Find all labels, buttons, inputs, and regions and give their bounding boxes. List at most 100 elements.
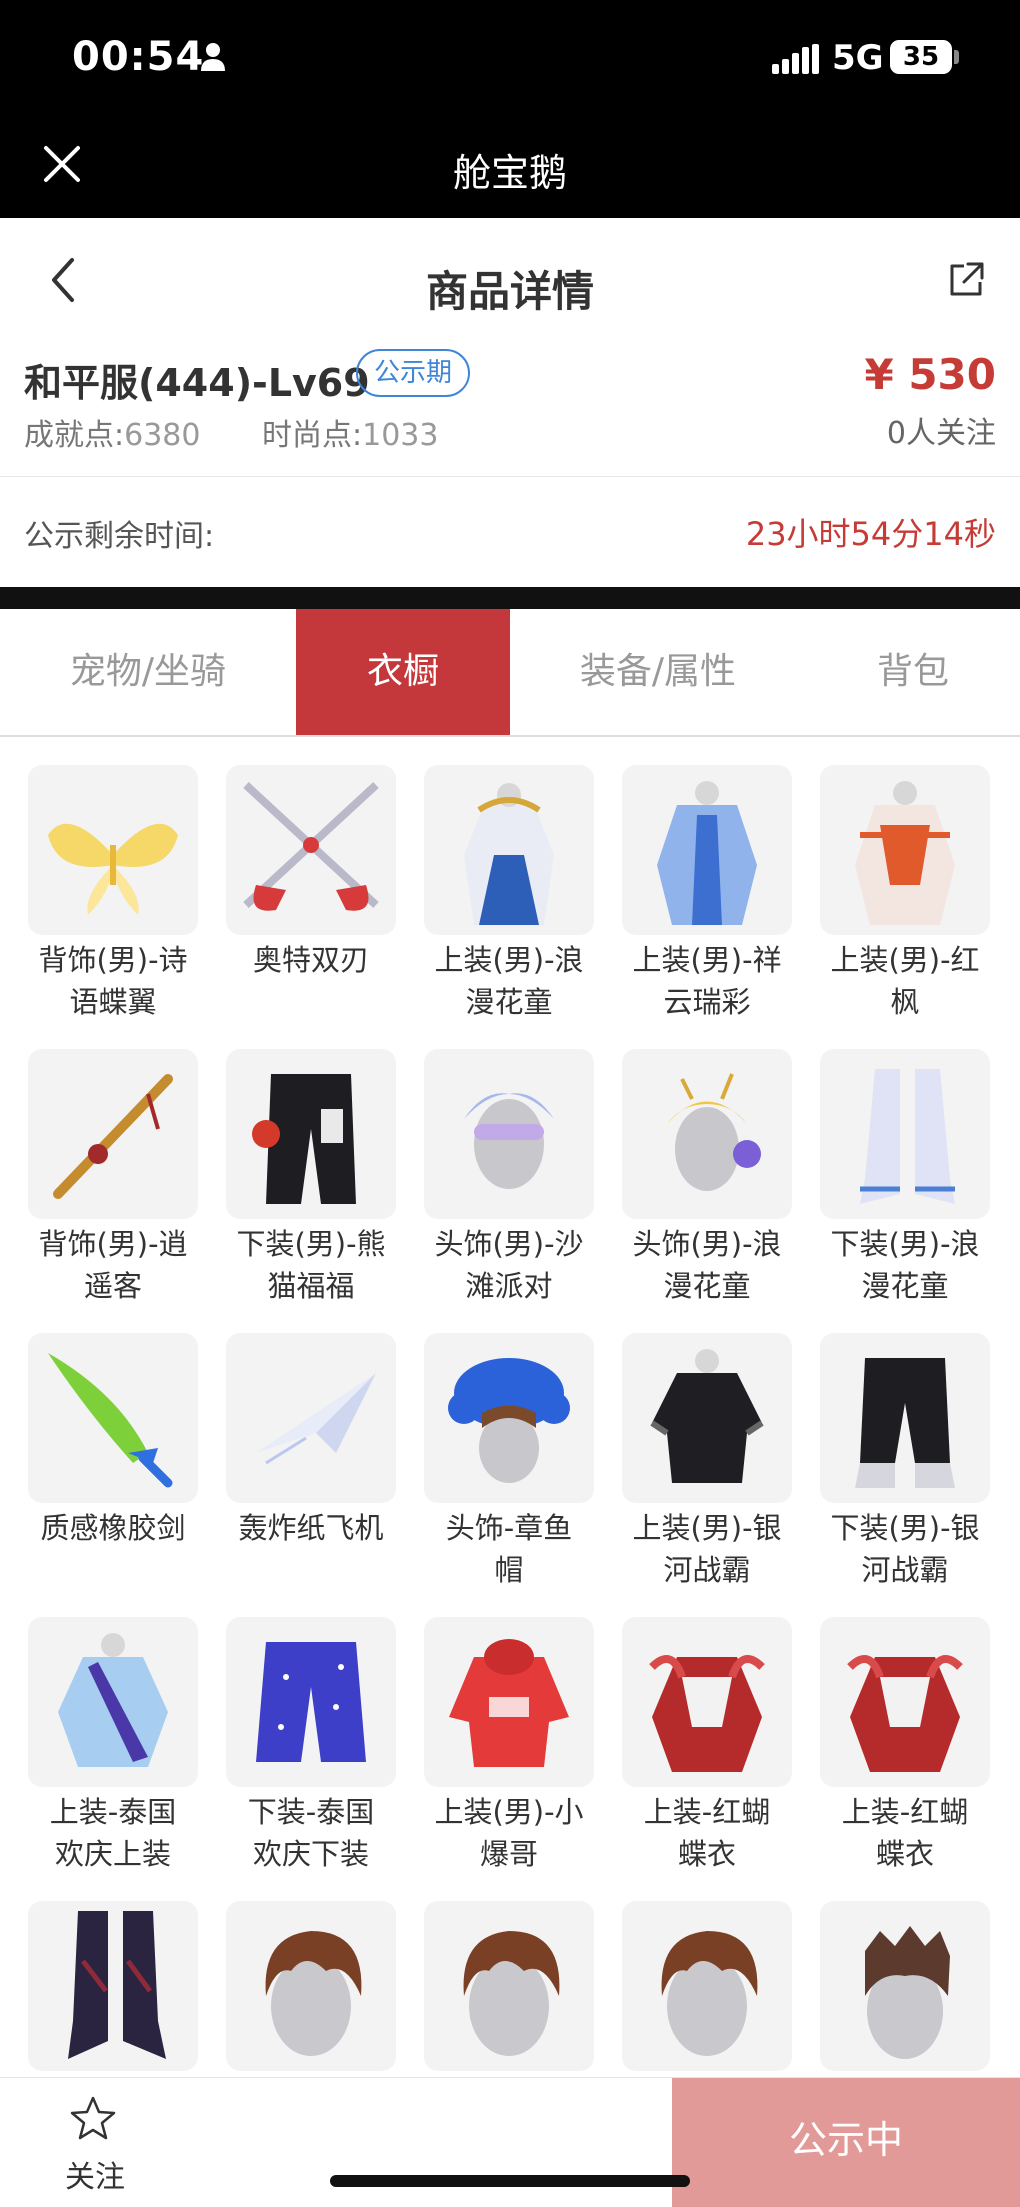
wardrobe-item[interactable]: 头饰(男)-浪 漫花童: [608, 1023, 806, 1307]
wardrobe-item-name: 上装-红蝴 蝶衣: [806, 1791, 1004, 1875]
robe-gold-icon: [424, 765, 594, 935]
item-name-line1: 质感橡胶剑: [40, 1511, 186, 1545]
wardrobe-item-name: 下装(男)-浪 漫花童: [806, 1223, 1004, 1307]
wardrobe-item-name: 上装(男)-红枫: [806, 939, 1004, 1023]
follow-label: 关注: [65, 2160, 125, 2195]
wardrobe-item[interactable]: 背饰(男)-诗 语蝶翼: [14, 739, 212, 1023]
item-name-line2: 欢庆上装: [54, 1837, 171, 1871]
back-weapon-icon: [28, 1049, 198, 1219]
wardrobe-item[interactable]: 轰炸纸飞机: [212, 1307, 410, 1591]
wardrobe-item[interactable]: 上装-泰国欢庆上装: [14, 1591, 212, 1875]
black-pants2-icon: [820, 1333, 990, 1503]
status-badge: 公示期: [356, 349, 471, 397]
wardrobe-item[interactable]: 背饰(男)-逍 遥客: [14, 1023, 212, 1307]
item-name-line2: 语蝶翼: [69, 985, 157, 1019]
bottom-action-bar: 关注 公示中: [0, 2077, 1020, 2207]
tab-wardrobe[interactable]: 衣橱: [296, 609, 510, 735]
red-butterfly-icon: [820, 1617, 990, 1787]
wardrobe-item-name: 上装-红蝴蝶衣: [608, 1791, 806, 1875]
product-name: 和平服(444)-Lv69: [24, 361, 370, 405]
countdown-row: 公示剩余时间: 23小时54分14秒: [0, 477, 1020, 587]
wardrobe-item[interactable]: 上装-红蝴 蝶衣: [806, 1591, 1004, 1875]
wardrobe-item[interactable]: 下装(男)-熊 猫福福: [212, 1023, 410, 1307]
home-indicator: [330, 2175, 690, 2187]
item-name-line1: 轰炸纸飞机: [238, 1511, 384, 1545]
item-name-line1: 下装-泰国: [247, 1795, 375, 1829]
wardrobe-item[interactable]: 上装(男)-祥 云瑞彩: [608, 739, 806, 1023]
wardrobe-item[interactable]: [608, 1875, 806, 2079]
wardrobe-item-name: 轰炸纸飞机: [212, 1507, 410, 1549]
robe-blue-icon: [622, 765, 792, 935]
price: ¥ 530: [864, 350, 996, 399]
item-name-line2: 漫花童: [465, 985, 553, 1019]
wardrobe-item[interactable]: 下装(男)-银 河战霸: [806, 1307, 1004, 1591]
item-name-line1: 上装(男)-小: [434, 1795, 584, 1829]
wardrobe-item[interactable]: 下装(男)-浪 漫花童: [806, 1023, 1004, 1307]
countdown-label: 公示剩余时间:: [24, 519, 215, 554]
wardrobe-item[interactable]: [14, 1875, 212, 2079]
tab-bar: 宠物/坐骑 衣橱 装备/属性 背包: [0, 609, 1020, 737]
wardrobe-item[interactable]: [212, 1875, 410, 2079]
status-button[interactable]: 公示中: [672, 2078, 1020, 2207]
white-boots-icon: [820, 1049, 990, 1219]
share-icon[interactable]: [946, 260, 986, 300]
wardrobe-item[interactable]: 上装(男)-红枫: [806, 739, 1004, 1023]
wardrobe-item[interactable]: 质感橡胶剑: [14, 1307, 212, 1591]
follower-count: 0人关注: [886, 416, 996, 451]
product-info: 和平服(444)-Lv69 公示期 ¥ 530 成就点:6380 时尚点:103…: [0, 346, 1020, 476]
item-name-line2: 枫: [890, 985, 920, 1019]
wardrobe-item-name: 上装-泰国欢庆上装: [14, 1791, 212, 1875]
wardrobe-item[interactable]: [806, 1875, 1004, 2079]
black-pants-icon: [226, 1049, 396, 1219]
wardrobe-item[interactable]: 上装(男)-浪 漫花童: [410, 739, 608, 1023]
network-type: 5G: [832, 38, 884, 78]
fashion-label: 时尚点:: [262, 418, 363, 453]
achievement-points: 成就点:6380: [24, 410, 200, 454]
tab-equipment[interactable]: 装备/属性: [510, 609, 806, 735]
item-name-line1: 上装(男)-银: [632, 1511, 782, 1545]
item-name-line1: 上装(男)-祥: [632, 943, 782, 977]
item-name-line1: 上装-泰国: [49, 1795, 177, 1829]
dark-boots-icon: [28, 1901, 198, 2071]
item-name-line2: 河战霸: [663, 1553, 751, 1587]
fashion-points: 时尚点:1033: [262, 410, 438, 454]
fashion-value: 1033: [362, 418, 439, 453]
wardrobe-item-name: 上装(男)-浪 漫花童: [410, 939, 608, 1023]
item-name-line1: 下装(男)-银: [830, 1511, 980, 1545]
wardrobe-item-name: 头饰-章鱼帽: [410, 1507, 608, 1591]
achievement-label: 成就点:: [24, 418, 125, 453]
wardrobe-item[interactable]: 上装(男)-银 河战霸: [608, 1307, 806, 1591]
follow-button[interactable]: 关注: [40, 2078, 150, 2207]
item-name-line1: 上装-红蝴: [643, 1795, 771, 1829]
wardrobe-item-name: 下装(男)-银 河战霸: [806, 1507, 1004, 1591]
paper-plane-icon: [226, 1333, 396, 1503]
tab-pets-mounts[interactable]: 宠物/坐骑: [0, 609, 296, 735]
brown-hair-icon: [226, 1901, 396, 2071]
item-name-line2: 帽: [494, 1553, 524, 1587]
item-name-line1: 上装-红蝴: [841, 1795, 969, 1829]
wardrobe-item[interactable]: 上装(男)-小 爆哥: [410, 1591, 608, 1875]
person-icon: [201, 43, 225, 71]
item-name-line1: 下装(男)-浪: [830, 1227, 980, 1261]
item-name-line2: 欢庆下装: [252, 1837, 369, 1871]
wardrobe-item-name: 头饰(男)-浪 漫花童: [608, 1223, 806, 1307]
wardrobe-item[interactable]: 奥特双刃: [212, 739, 410, 1023]
battery-tip: [954, 50, 959, 64]
item-name-line1: 奥特双刃: [252, 943, 369, 977]
spiky-hair-icon: [820, 1901, 990, 2071]
wardrobe-item[interactable]: 上装-红蝴蝶衣: [608, 1591, 806, 1875]
item-name-line1: 上装(男)-红: [830, 943, 980, 977]
status-time: 00:54: [72, 34, 205, 80]
wardrobe-item[interactable]: 下装-泰国欢庆下装: [212, 1591, 410, 1875]
wardrobe-item-name: 背饰(男)-逍 遥客: [14, 1223, 212, 1307]
page-title: 商品详情: [425, 267, 594, 316]
item-name-line1: 头饰-章鱼: [445, 1511, 573, 1545]
red-hoodie-icon: [424, 1617, 594, 1787]
tab-backpack[interactable]: 背包: [806, 609, 1020, 735]
wardrobe-item[interactable]: [410, 1875, 608, 2079]
wardrobe-item-name: 上装(男)-银 河战霸: [608, 1507, 806, 1591]
wardrobe-item[interactable]: 头饰-章鱼帽: [410, 1307, 608, 1591]
item-name-line1: 头饰(男)-浪: [632, 1227, 782, 1261]
item-name-line2: 蝶衣: [677, 1837, 736, 1871]
wardrobe-item[interactable]: 头饰(男)-沙 滩派对: [410, 1023, 608, 1307]
